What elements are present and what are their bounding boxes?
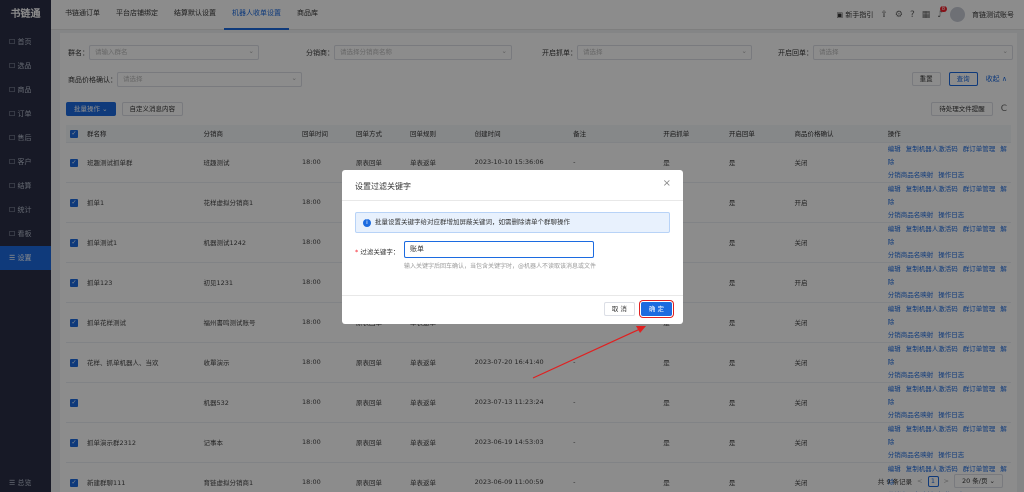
annotation-arrow (532, 326, 646, 379)
